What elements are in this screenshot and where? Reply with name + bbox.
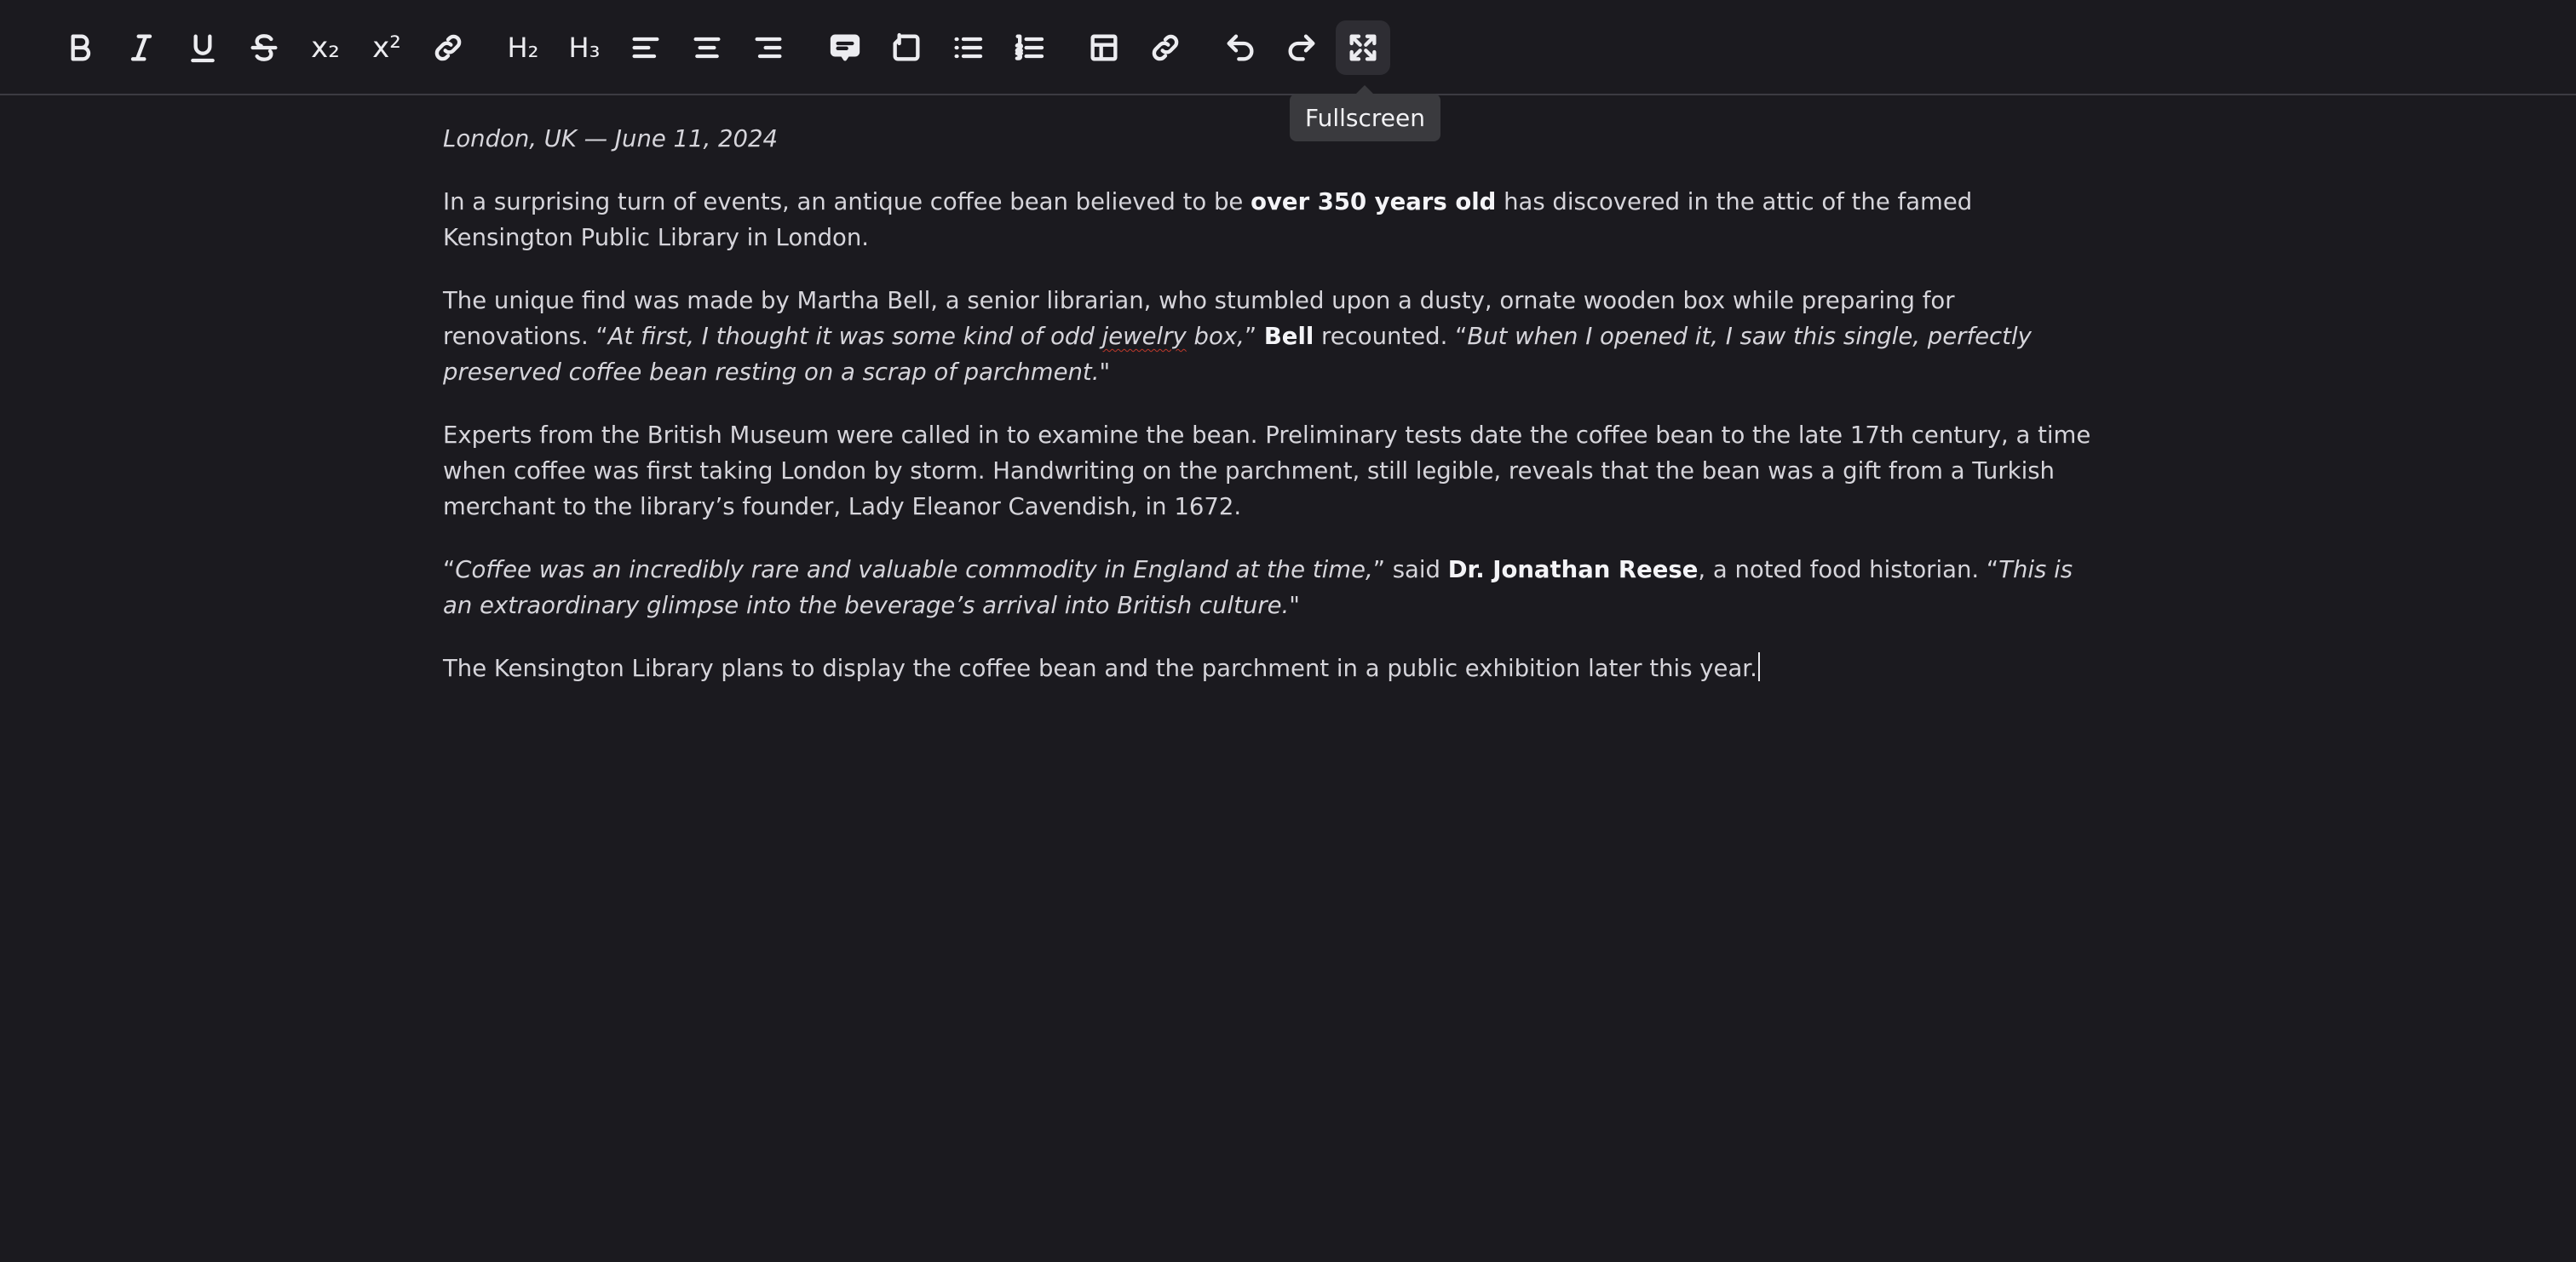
- numbered-list-icon: [1015, 34, 1044, 60]
- underline-button[interactable]: [175, 20, 230, 75]
- superscript-button[interactable]: x²: [359, 20, 414, 75]
- text-cursor: [1757, 652, 1760, 681]
- document-editor[interactable]: London, UK — June 11, 2024 In a surprisi…: [443, 121, 2104, 714]
- paragraph-5: The Kensington Library plans to display …: [443, 651, 2104, 686]
- redo-button[interactable]: [1274, 20, 1329, 75]
- bold-icon: [71, 34, 91, 61]
- heading-3-icon: H₃: [568, 32, 601, 64]
- bold-age: over 350 years old: [1251, 188, 1497, 215]
- bold-bell: Bell: [1263, 323, 1314, 350]
- quote-bell-1: At first, I thought it was some kind of …: [607, 323, 1245, 350]
- align-left-button[interactable]: [618, 20, 673, 75]
- superscript-icon: x²: [372, 31, 401, 65]
- strikethrough-icon: [250, 34, 278, 61]
- bold-reese: Dr. Jonathan Reese: [1447, 556, 1699, 583]
- subscript-icon: x₂: [311, 31, 340, 65]
- link-icon: [1152, 34, 1179, 61]
- comment-icon: [830, 34, 860, 61]
- bullet-list-button[interactable]: [940, 20, 995, 75]
- align-right-button[interactable]: [741, 20, 796, 75]
- italic-button[interactable]: [114, 20, 169, 75]
- link-button[interactable]: [421, 20, 475, 75]
- link-icon: [434, 34, 462, 61]
- paragraph-3: Experts from the British Museum were cal…: [443, 422, 2091, 520]
- paragraph-2: The unique find was made by Martha Bell,…: [443, 287, 2032, 386]
- comment-button[interactable]: [818, 20, 872, 75]
- heading-3-button[interactable]: H₃: [557, 20, 612, 75]
- undo-icon: [1227, 34, 1254, 61]
- fullscreen-button[interactable]: [1336, 20, 1390, 75]
- redo-icon: [1288, 34, 1315, 61]
- heading-2-button[interactable]: H₂: [496, 20, 550, 75]
- heading-2-icon: H₂: [507, 32, 539, 64]
- paragraph-4: “Coffee was an incredibly rare and valua…: [443, 556, 2073, 619]
- table-button[interactable]: [1077, 20, 1131, 75]
- strikethrough-button[interactable]: [237, 20, 291, 75]
- dateline: London, UK — June 11, 2024: [443, 125, 779, 152]
- align-center-icon: [693, 37, 721, 59]
- align-right-icon: [755, 37, 782, 59]
- link-2-button[interactable]: [1138, 20, 1193, 75]
- bullet-list-icon: [954, 37, 983, 59]
- align-center-button[interactable]: [680, 20, 734, 75]
- align-left-icon: [632, 37, 659, 59]
- italic-icon: [130, 34, 152, 61]
- fullscreen-icon: [1349, 34, 1377, 61]
- underline-icon: [191, 34, 215, 63]
- quote-reese-1: Coffee was an incredibly rare and valuab…: [455, 556, 1373, 583]
- rotate-button[interactable]: [879, 20, 934, 75]
- rotate-icon: [893, 32, 920, 61]
- spellcheck-word[interactable]: jewelry: [1102, 323, 1187, 350]
- undo-button[interactable]: [1213, 20, 1268, 75]
- table-icon: [1090, 34, 1118, 61]
- bold-button[interactable]: [53, 20, 107, 75]
- editor-toolbar: x₂ x² H₂ H₃: [0, 0, 2576, 95]
- numbered-list-button[interactable]: [1002, 20, 1056, 75]
- subscript-button[interactable]: x₂: [298, 20, 353, 75]
- paragraph-1: In a surprising turn of events, an antiq…: [443, 188, 1973, 251]
